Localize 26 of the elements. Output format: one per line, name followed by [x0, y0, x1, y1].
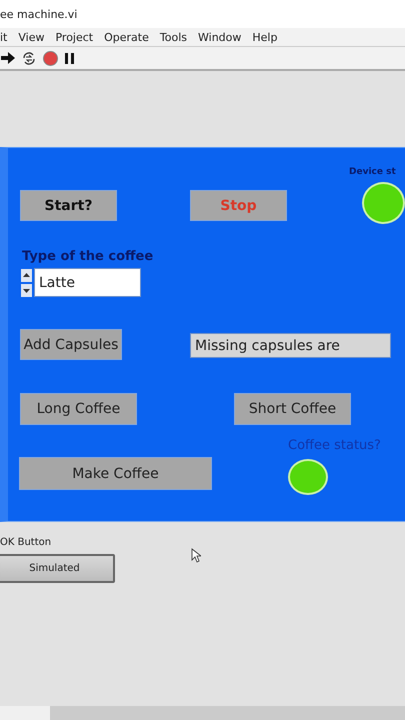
start-button[interactable]: Start?	[20, 190, 117, 221]
mouse-pointer-icon	[191, 548, 201, 563]
menu-item[interactable]: it	[0, 30, 8, 44]
menu-item[interactable]: Tools	[160, 30, 187, 44]
coffee-type-field[interactable]: Latte	[34, 268, 141, 297]
menu-item[interactable]: Help	[252, 30, 278, 44]
missing-capsules-indicator: Missing capsules are	[190, 333, 391, 358]
menu-item[interactable]: Window	[198, 30, 242, 44]
long-coffee-button[interactable]: Long Coffee	[20, 393, 137, 425]
make-coffee-button[interactable]: Make Coffee	[19, 457, 212, 490]
menu-item[interactable]: View	[18, 30, 44, 44]
device-status-label: Device st	[349, 167, 396, 177]
pause-icon[interactable]	[65, 52, 74, 64]
coffee-status-label: Coffee status?	[288, 438, 381, 453]
short-coffee-button[interactable]: Short Coffee	[234, 393, 351, 425]
add-capsules-button[interactable]: Add Capsules	[20, 329, 122, 360]
abort-icon[interactable]	[43, 50, 58, 66]
run-arrow-icon[interactable]	[1, 52, 15, 64]
window-title: ee machine.vi	[0, 8, 78, 20]
menu-item[interactable]: Operate	[104, 30, 149, 44]
simulated-button[interactable]: Simulated	[0, 554, 115, 583]
coffee-type-label: Type of the coffee	[22, 249, 154, 264]
horizontal-scrollbar[interactable]	[0, 706, 405, 720]
ok-button-label: OK Button	[0, 537, 52, 548]
menu-item[interactable]: Project	[55, 30, 94, 44]
run-continuously-icon[interactable]	[22, 52, 36, 64]
